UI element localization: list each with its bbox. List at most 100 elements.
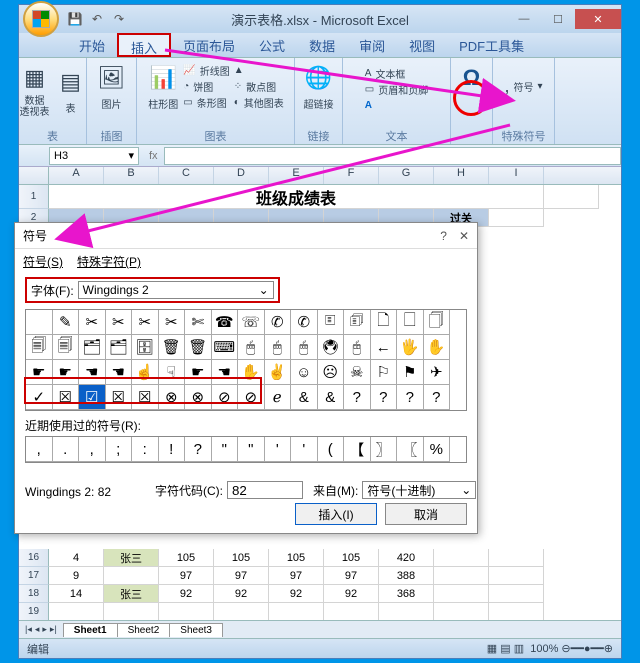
symbol-cell[interactable]: ☠ — [344, 360, 371, 385]
recent-symbol-cell[interactable]: 〖 — [397, 437, 424, 462]
cell[interactable]: 14 — [49, 585, 104, 603]
symbol-cell[interactable]: ✓ — [26, 385, 53, 410]
textbox-icon[interactable]: A — [365, 68, 372, 79]
cell[interactable] — [269, 603, 324, 620]
scatter-chart-icon[interactable]: ⁘ — [234, 81, 242, 92]
symbol-cell[interactable]: ☎ — [212, 310, 239, 335]
recent-symbol-cell[interactable]: 【 — [344, 437, 371, 462]
cell[interactable]: 97 — [159, 567, 214, 585]
other-chart-label[interactable]: 其他图表 — [244, 95, 284, 110]
symbol-cell[interactable]: 🗊 — [344, 310, 371, 335]
table-row[interactable]: 1814张三92929292368 — [19, 585, 621, 603]
row-header-1[interactable]: 1 — [19, 185, 49, 209]
symbol-cell[interactable]: ✌ — [265, 360, 292, 385]
zoom-level[interactable]: 100% — [530, 643, 558, 655]
col-a[interactable]: A — [49, 167, 104, 184]
symbol-cell[interactable]: 🗐 — [26, 335, 53, 360]
close-button[interactable]: ✕ — [575, 9, 621, 29]
line-chart-icon[interactable]: 📈 — [183, 65, 195, 76]
header-footer-icon[interactable]: ▭ — [365, 84, 374, 95]
symbol-cell[interactable]: ☺ — [291, 360, 318, 385]
symbol-cell[interactable]: 🗋 — [371, 310, 398, 335]
picture-icon[interactable]: 🖼 — [96, 62, 128, 94]
dialog-help-icon[interactable]: ? — [440, 229, 447, 243]
symbol-cell[interactable]: 🖰 — [344, 335, 371, 360]
symbol-cell[interactable]: ☹ — [318, 360, 345, 385]
recent-symbol-cell[interactable]: ( — [318, 437, 345, 462]
chevron-down-icon[interactable]: ▾ — [128, 149, 134, 162]
table-row[interactable]: 164张三105105105105420 — [19, 549, 621, 567]
row-header[interactable]: 17 — [19, 567, 49, 585]
cell[interactable] — [104, 603, 159, 620]
symbol-cell[interactable]: 🗄 — [132, 335, 159, 360]
symbol-cell[interactable] — [26, 310, 53, 335]
sheet-tab-3[interactable]: Sheet3 — [169, 623, 223, 637]
cell[interactable]: 97 — [214, 567, 269, 585]
cell[interactable]: 97 — [269, 567, 324, 585]
tab-page-layout[interactable]: 页面布局 — [171, 33, 247, 57]
wordart-icon[interactable]: A — [365, 100, 372, 111]
symbol-cell[interactable]: & — [318, 385, 345, 410]
from-select[interactable]: 符号(十进制)⌄ — [362, 481, 476, 499]
hyperlink-icon[interactable]: 🌐 — [303, 62, 335, 94]
symbol-cell[interactable]: 🖲 — [318, 335, 345, 360]
col-d[interactable]: D — [214, 167, 269, 184]
symbol-cell[interactable]: 🗂 — [79, 335, 106, 360]
cell[interactable]: 张三 — [104, 549, 159, 567]
dialog-titlebar[interactable]: 符号 ? ✕ — [15, 223, 477, 249]
cell[interactable] — [489, 603, 544, 620]
symbol-cell[interactable]: 🗐 — [53, 335, 80, 360]
tab-home[interactable]: 开始 — [67, 33, 117, 57]
table-icon[interactable]: ▤ — [55, 66, 87, 98]
symbol-cell[interactable]: ☑ — [79, 385, 106, 410]
view-break-icon[interactable]: ▥ — [514, 643, 524, 655]
bar-chart-icon[interactable]: ▭ — [183, 97, 192, 108]
cell[interactable]: 92 — [214, 585, 269, 603]
symbol-cell[interactable]: ✂ — [159, 310, 186, 335]
symbol-cell[interactable]: ⊘ — [238, 385, 265, 410]
cell[interactable]: 92 — [269, 585, 324, 603]
symbol-cell[interactable]: ⚑ — [397, 360, 424, 385]
cell[interactable] — [434, 603, 489, 620]
cell[interactable] — [434, 549, 489, 567]
symbol-cell[interactable]: ← — [371, 335, 398, 360]
symbol-cell[interactable]: 🖱 — [238, 335, 265, 360]
cell[interactable] — [434, 567, 489, 585]
cell[interactable]: 张三 — [104, 585, 159, 603]
symbol-cell[interactable]: 🖱 — [265, 335, 292, 360]
recent-symbol-cell[interactable]: , — [26, 437, 53, 462]
cell[interactable]: 92 — [159, 585, 214, 603]
symbol-cell[interactable]: ℯ — [265, 385, 292, 410]
cell[interactable]: 420 — [379, 549, 434, 567]
cell[interactable]: 105 — [324, 549, 379, 567]
symbol-cell[interactable]: ☚ — [106, 360, 133, 385]
recent-symbol-cell[interactable]: . — [53, 437, 80, 462]
symbol-cell[interactable]: ☒ — [132, 385, 159, 410]
pie-chart-label[interactable]: 饼图 — [193, 79, 213, 94]
view-normal-icon[interactable]: ▦ — [487, 643, 497, 655]
fx-icon[interactable]: fx — [149, 150, 158, 162]
recent-symbol-cell[interactable]: ' — [265, 437, 292, 462]
col-i[interactable]: I — [489, 167, 544, 184]
minimize-button[interactable]: — — [507, 9, 541, 29]
cell[interactable]: 388 — [379, 567, 434, 585]
name-box[interactable]: H3▾ — [49, 147, 139, 165]
table-row[interactable]: 17997979797388 — [19, 567, 621, 585]
symbol-cell[interactable]: ✋ — [238, 360, 265, 385]
col-g[interactable]: G — [379, 167, 434, 184]
cell[interactable]: 105 — [159, 549, 214, 567]
symbol-cell[interactable]: 🗉 — [318, 310, 345, 335]
symbol-cell[interactable]: ☛ — [185, 360, 212, 385]
tab-data[interactable]: 数据 — [297, 33, 347, 57]
area-chart-icon[interactable]: ▲ — [234, 65, 244, 76]
col-e[interactable]: E — [269, 167, 324, 184]
tab-formulas[interactable]: 公式 — [247, 33, 297, 57]
symbol-cell[interactable]: ? — [397, 385, 424, 410]
recent-symbol-cell[interactable]: , — [79, 437, 106, 462]
recent-symbol-cell[interactable]: ? — [185, 437, 212, 462]
symbol-cell[interactable]: ☒ — [53, 385, 80, 410]
view-layout-icon[interactable]: ▤ — [500, 643, 510, 655]
cell[interactable] — [159, 603, 214, 620]
other-chart-icon[interactable]: ◐ — [234, 97, 240, 108]
sheet-title-cell[interactable]: 班级成绩表 — [49, 185, 544, 209]
